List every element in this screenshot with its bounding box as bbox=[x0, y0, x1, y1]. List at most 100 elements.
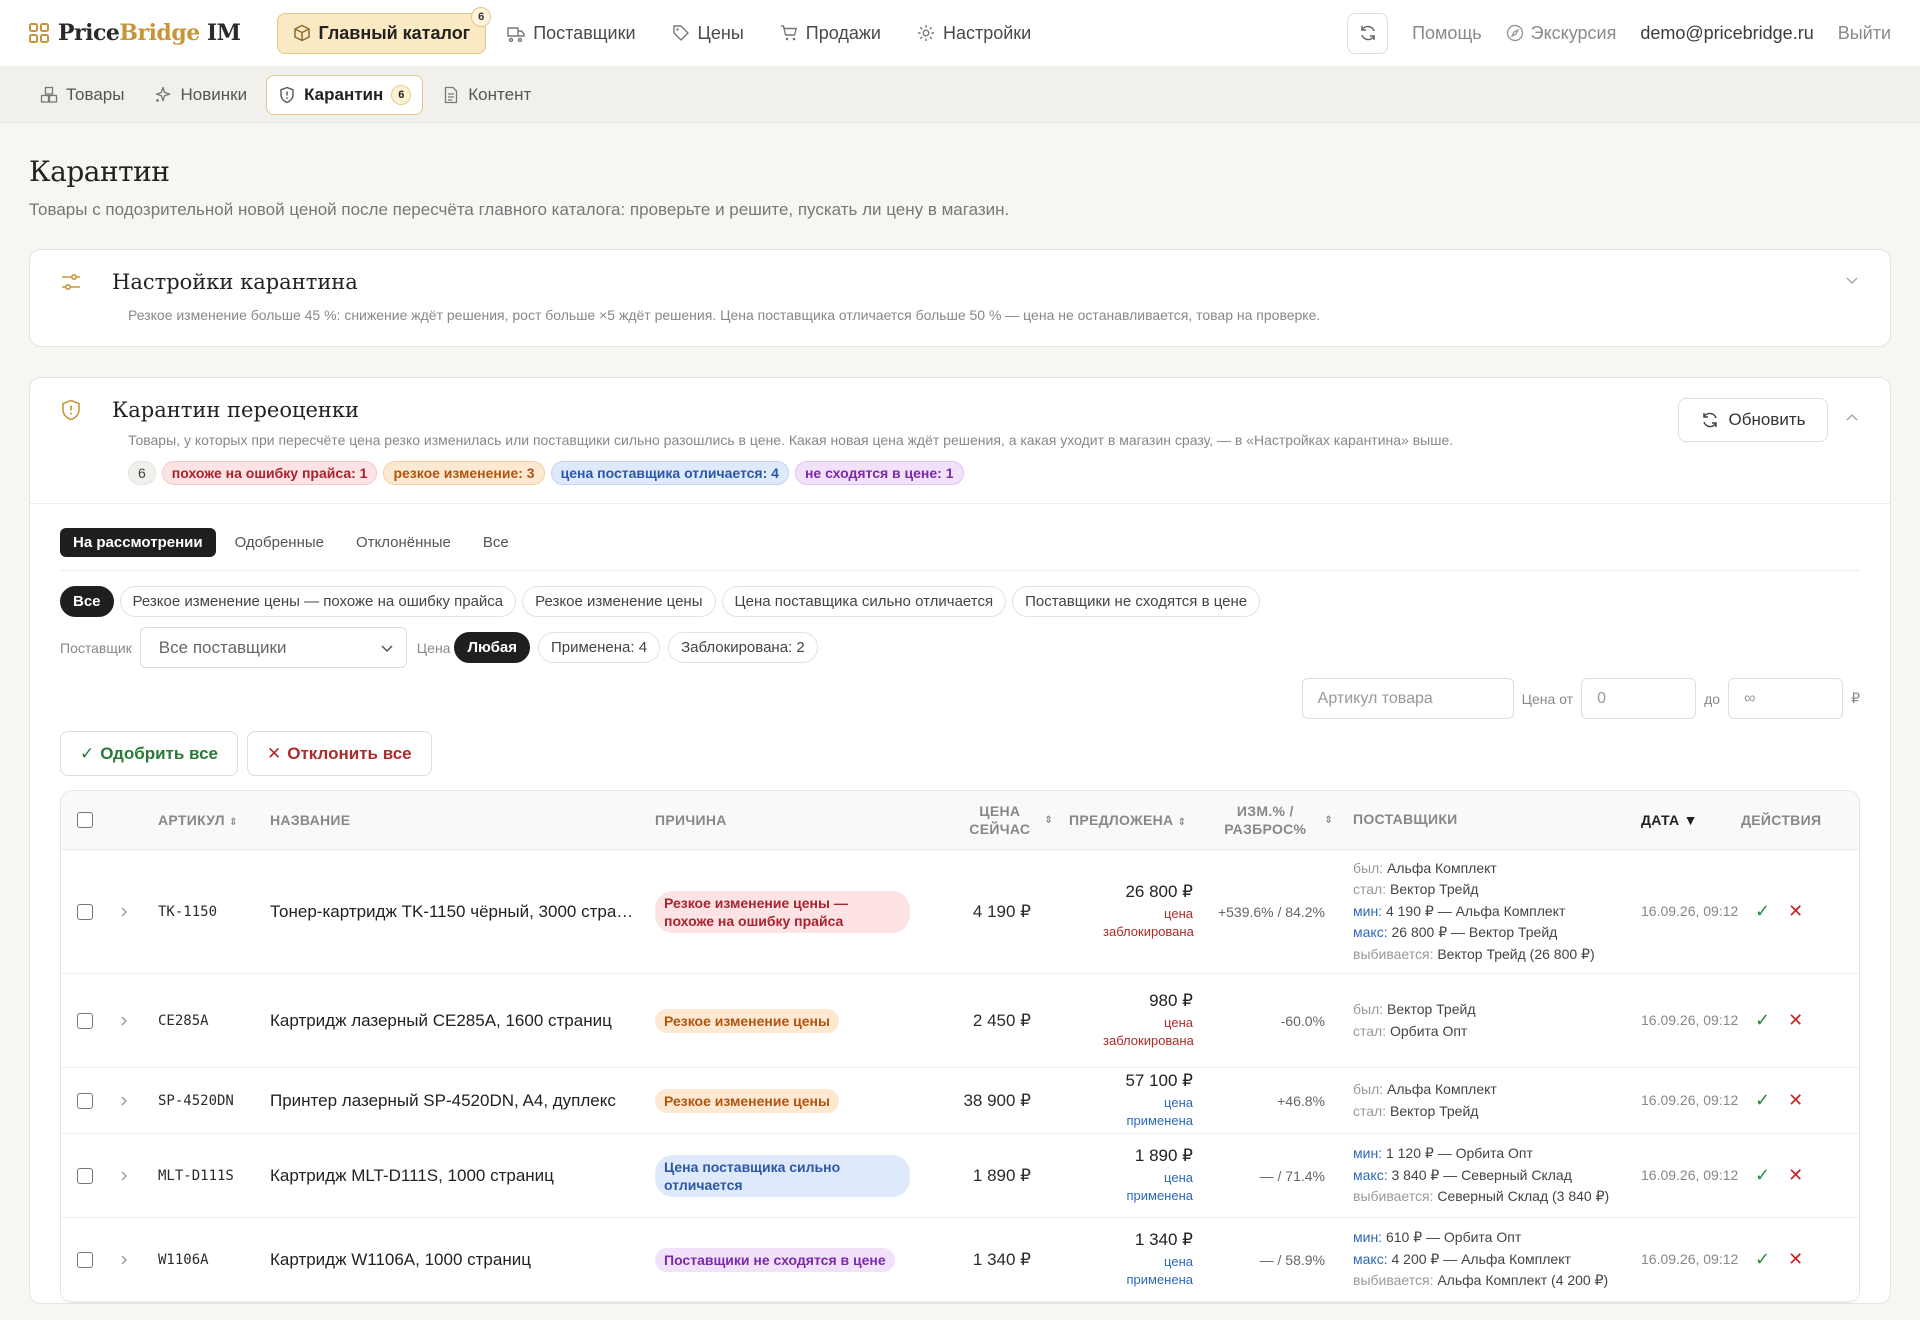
row-name[interactable]: Принтер лазерный SP-4520DN, A4, дуплекс bbox=[270, 1091, 655, 1111]
chip-supplier-diff[interactable]: Цена поставщика сильно отличается bbox=[721, 586, 1007, 617]
expand-row-button[interactable] bbox=[118, 1254, 158, 1266]
help-link[interactable]: Помощь bbox=[1412, 23, 1482, 44]
table-row[interactable]: SP-4520DN Принтер лазерный SP-4520DN, A4,… bbox=[61, 1068, 1859, 1134]
nav-settings[interactable]: Настройки bbox=[902, 13, 1046, 54]
row-checkbox[interactable] bbox=[77, 1167, 93, 1184]
nav-prices[interactable]: Цены bbox=[657, 13, 759, 54]
table-row[interactable]: TK-1150 Тонер-картридж TK-1150 чёрный, 30… bbox=[61, 850, 1859, 974]
price-to-input[interactable]: ∞ bbox=[1728, 678, 1844, 719]
chip-sharp-change[interactable]: Резкое изменение цены bbox=[522, 586, 716, 617]
price-any-chip[interactable]: Любая bbox=[454, 632, 530, 663]
col-proposed[interactable]: ПРЕДЛОЖЕНА ⇕ bbox=[1063, 812, 1193, 828]
nav-main-catalog-count: 6 bbox=[471, 6, 492, 27]
top-nav: PriceBridge IM Главный каталог 6 Поставщ… bbox=[0, 0, 1920, 67]
row-checkbox[interactable] bbox=[77, 1012, 93, 1029]
row-date: 16.09.26, 09:12 bbox=[1641, 1167, 1739, 1183]
row-name[interactable]: Тонер-картридж TK-1150 чёрный, 3000 стра… bbox=[270, 902, 655, 922]
reason-filter-chips: Все Резкое изменение цены — похоже на ош… bbox=[60, 586, 1860, 617]
sku-search-input[interactable]: Артикул товара bbox=[1301, 678, 1514, 719]
row-checkbox[interactable] bbox=[77, 903, 93, 920]
nav-suppliers[interactable]: Поставщики bbox=[492, 13, 650, 54]
col-price-now[interactable]: ЦЕНА СЕЙЧАС ⇕ bbox=[927, 802, 1063, 838]
chip-price-mismatch[interactable]: Поставщики не сходятся в цене bbox=[1012, 586, 1261, 617]
expand-row-button[interactable] bbox=[118, 1170, 158, 1182]
supplier-select[interactable]: Все поставщики bbox=[139, 627, 407, 668]
update-button[interactable]: Обновить bbox=[1678, 398, 1828, 442]
supplier-select-value: Все поставщики bbox=[158, 637, 287, 657]
row-checkbox[interactable] bbox=[77, 1251, 93, 1268]
row-name[interactable]: Картридж W1106A, 1000 страниц bbox=[270, 1250, 655, 1270]
expand-row-button[interactable] bbox=[118, 1015, 158, 1027]
row-checkbox[interactable] bbox=[77, 1092, 93, 1109]
cart-icon bbox=[780, 25, 797, 41]
reject-row-button[interactable]: ✕ bbox=[1788, 1010, 1803, 1031]
table-row[interactable]: CE285A Картридж лазерный CE285A, 1600 стр… bbox=[61, 974, 1859, 1068]
chevron-right-icon bbox=[121, 1096, 127, 1105]
col-change[interactable]: ИЗМ.% / РАЗБРОС% ⇕ bbox=[1193, 802, 1353, 838]
tab-rejected[interactable]: Отклонённые bbox=[343, 528, 464, 557]
row-suppliers: был: Альфа Комплект стал: Вектор Трейд мин… bbox=[1353, 858, 1641, 966]
nav-main-catalog[interactable]: Главный каталог 6 bbox=[276, 6, 492, 54]
price-blocked-chip[interactable]: Заблокирована: 2 bbox=[668, 632, 818, 663]
repricing-desc: Товары, у которых при пересчёте цена рез… bbox=[128, 432, 1454, 448]
subnav-new[interactable]: Новинки bbox=[143, 75, 258, 115]
subnav-content[interactable]: Контент bbox=[431, 75, 542, 115]
logout-link[interactable]: Выйти bbox=[1838, 23, 1891, 44]
close-icon: ✕ bbox=[267, 743, 282, 763]
row-name[interactable]: Картридж MLT-D111S, 1000 страниц bbox=[270, 1166, 655, 1186]
approve-row-button[interactable]: ✓ bbox=[1755, 1010, 1770, 1031]
table-row[interactable]: MLT-D111S Картридж MLT-D111S, 1000 страни… bbox=[61, 1134, 1859, 1218]
global-refresh-button[interactable] bbox=[1347, 12, 1389, 54]
table-body: TK-1150 Тонер-картридж TK-1150 чёрный, 30… bbox=[61, 850, 1859, 1302]
price-from-input[interactable]: 0 bbox=[1581, 678, 1697, 719]
tab-all[interactable]: Все bbox=[470, 528, 522, 557]
row-name[interactable]: Картридж лазерный CE285A, 1600 страниц bbox=[270, 1011, 655, 1031]
approve-row-button[interactable]: ✓ bbox=[1755, 1090, 1770, 1111]
approve-row-button[interactable]: ✓ bbox=[1755, 1249, 1770, 1270]
logo[interactable]: PriceBridge IM bbox=[29, 20, 241, 46]
supplier-line: выбивается: Северный Склад (3 840 ₽) bbox=[1353, 1188, 1610, 1205]
chevron-up-icon[interactable] bbox=[1844, 410, 1860, 426]
chip-price-error[interactable]: Резкое изменение цены — похоже на ошибку… bbox=[119, 586, 517, 617]
supplier-line: стал: Вектор Трейд bbox=[1353, 881, 1479, 898]
row-reason: Цена поставщика сильно отличается bbox=[655, 1154, 910, 1197]
expand-row-button[interactable] bbox=[118, 906, 158, 918]
quarantine-settings-card[interactable]: Настройки карантина Резкое изменение бол… bbox=[29, 249, 1891, 347]
row-price-now: 1 340 ₽ bbox=[972, 1249, 1031, 1269]
col-date[interactable]: ДАТА ▼ bbox=[1641, 811, 1741, 830]
row-reason: Резкое изменение цены bbox=[655, 1088, 839, 1113]
table-row[interactable]: W1106A Картридж W1106A, 1000 страниц Поста… bbox=[61, 1218, 1859, 1302]
update-label: Обновить bbox=[1728, 410, 1806, 429]
supplier-line: мин: 4 190 ₽ — Альфа Комплект bbox=[1353, 902, 1566, 919]
tab-pending[interactable]: На рассмотрении bbox=[60, 528, 216, 557]
nav-sales[interactable]: Продажи bbox=[765, 13, 896, 54]
price-applied-chip[interactable]: Применена: 4 bbox=[537, 632, 661, 663]
page-subtitle: Товары с подозрительной новой ценой посл… bbox=[29, 200, 1010, 219]
select-all-checkbox[interactable] bbox=[77, 812, 93, 828]
supplier-line: мин: 1 120 ₽ — Орбита Опт bbox=[1353, 1145, 1533, 1162]
tab-approved[interactable]: Одобренные bbox=[222, 528, 337, 557]
reject-all-button[interactable]: ✕ Отклонить все bbox=[247, 731, 432, 776]
expand-row-button[interactable] bbox=[118, 1095, 158, 1107]
row-proposed-price: 26 800 ₽ bbox=[1125, 882, 1193, 901]
row-change: +539.6% / 84.2% bbox=[1217, 903, 1325, 920]
reject-row-button[interactable]: ✕ bbox=[1788, 1249, 1803, 1270]
status-tabs: На рассмотрении Одобренные Отклонённые В… bbox=[60, 528, 1860, 571]
reject-row-button[interactable]: ✕ bbox=[1788, 901, 1803, 922]
chip-all[interactable]: Все bbox=[60, 586, 114, 617]
user-email[interactable]: demo@pricebridge.ru bbox=[1640, 23, 1813, 44]
row-date: 16.09.26, 09:12 bbox=[1641, 903, 1739, 919]
approve-all-button[interactable]: ✓ Одобрить все bbox=[60, 731, 238, 776]
tour-link[interactable]: Экскурсия bbox=[1506, 23, 1616, 44]
chevron-down-icon[interactable] bbox=[1844, 272, 1860, 288]
subnav-quarantine[interactable]: Карантин 6 bbox=[266, 74, 424, 115]
subnav-quarantine-label: Карантин bbox=[304, 84, 384, 104]
row-proposed: 1 890 ₽ цена применена bbox=[1063, 1146, 1193, 1205]
approve-row-button[interactable]: ✓ bbox=[1755, 901, 1770, 922]
reject-row-button[interactable]: ✕ bbox=[1788, 1090, 1803, 1111]
filter-row: Поставщик Все поставщики Цена Любая Прим… bbox=[60, 627, 1860, 668]
reject-row-button[interactable]: ✕ bbox=[1788, 1165, 1803, 1186]
subnav-products[interactable]: Товары bbox=[29, 75, 135, 115]
approve-row-button[interactable]: ✓ bbox=[1755, 1165, 1770, 1186]
col-sku[interactable]: АРТИКУЛ ⇕ bbox=[158, 812, 270, 828]
